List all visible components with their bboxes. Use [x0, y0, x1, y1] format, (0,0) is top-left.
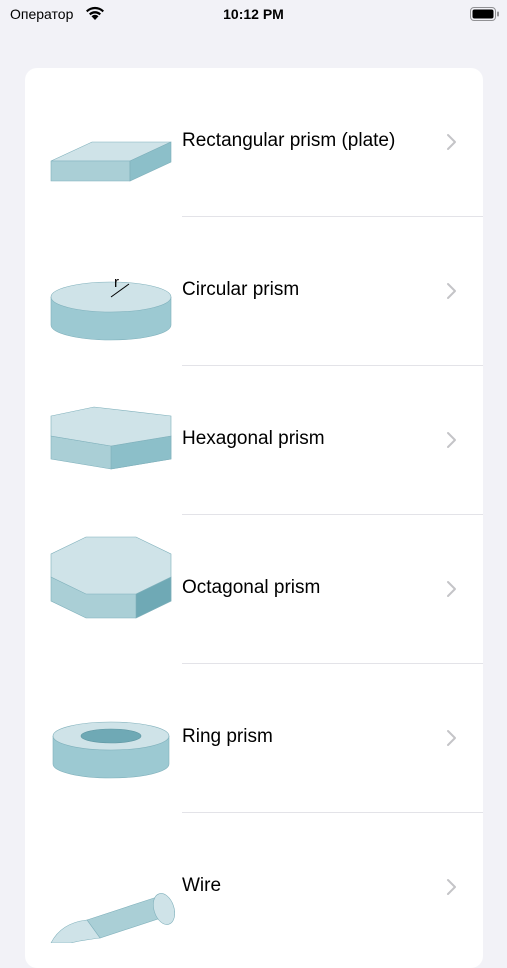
status-time: 10:12 PM	[223, 6, 284, 22]
battery-icon	[470, 6, 500, 27]
hexagonal-prism-icon	[50, 406, 172, 470]
chevron-right-icon	[447, 283, 456, 299]
row-label: Wire	[182, 875, 222, 896]
rectangular-prism-icon	[50, 141, 172, 182]
row-label: Rectangular prism (plate)	[182, 130, 396, 151]
chevron-right-icon	[447, 134, 456, 150]
row-label: Octagonal prism	[182, 577, 321, 598]
status-bar: Оператор 10:12 PM	[0, 0, 507, 30]
list-item-wire[interactable]: Wire	[25, 813, 483, 962]
chevron-right-icon	[447, 879, 456, 895]
radius-label: r	[114, 274, 119, 291]
list-item-octagonal-prism[interactable]: Octagonal prism	[25, 515, 483, 664]
chevron-right-icon	[447, 730, 456, 746]
list-item-rectangular-prism[interactable]: Rectangular prism (plate)	[25, 68, 483, 217]
chevron-right-icon	[447, 581, 456, 597]
list-item-circular-prism[interactable]: r Circular prism	[25, 217, 483, 366]
row-label: Circular prism	[182, 279, 300, 300]
list-item-hexagonal-prism[interactable]: Hexagonal prism	[25, 366, 483, 515]
list-item-ring-prism[interactable]: Ring prism	[25, 664, 483, 813]
row-label: Ring prism	[182, 726, 273, 747]
row-label: Hexagonal prism	[182, 428, 325, 449]
chevron-right-icon	[447, 432, 456, 448]
shape-list: Rectangular prism (plate) r Circular pri…	[25, 68, 483, 968]
octagonal-prism-icon	[50, 536, 172, 619]
ring-prism-icon	[52, 721, 170, 779]
circular-prism-icon: r	[50, 274, 172, 341]
wire-icon	[50, 893, 175, 943]
